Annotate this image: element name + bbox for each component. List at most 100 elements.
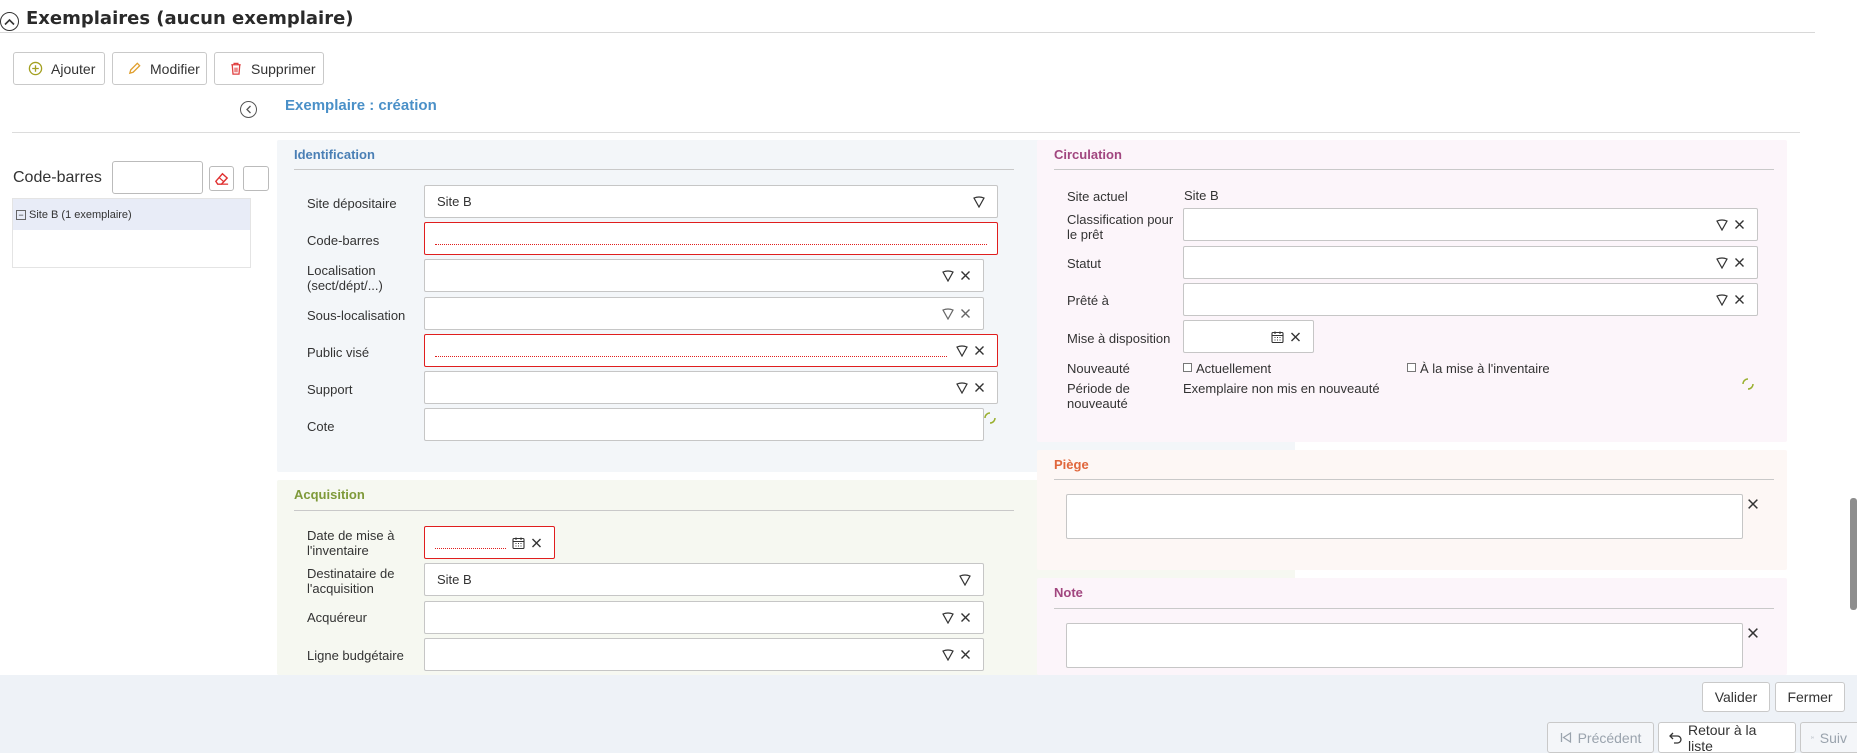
support-label: Support xyxy=(307,382,353,397)
form-title: Exemplaire : création xyxy=(285,97,437,114)
site-depositaire-value: Site B xyxy=(437,194,472,209)
circulation-title: Circulation xyxy=(1054,147,1122,162)
close-icon[interactable] xyxy=(1290,331,1301,342)
pencil-icon xyxy=(128,62,141,75)
recipient-select[interactable]: Site B xyxy=(424,563,984,596)
left-barcode-input[interactable] xyxy=(112,161,203,194)
novelty-label: Nouveauté xyxy=(1067,361,1130,376)
shield-down-icon[interactable] xyxy=(942,307,954,320)
loaned-to-select[interactable] xyxy=(1183,283,1758,316)
close-icon[interactable] xyxy=(1747,627,1759,639)
loading-spinner-icon xyxy=(1742,378,1754,390)
loading-spinner-icon xyxy=(984,412,996,424)
novelty-inventory-label: À la mise à l'inventaire xyxy=(1420,361,1550,376)
novelty-period-label: Période de nouveauté xyxy=(1067,381,1130,411)
circulation-divider xyxy=(1054,169,1774,170)
plus-circle-icon xyxy=(28,61,43,76)
cote-label: Cote xyxy=(307,419,335,434)
support-select[interactable] xyxy=(424,371,998,404)
piege-title: Piège xyxy=(1054,457,1089,472)
audience-select[interactable] xyxy=(424,334,998,367)
calendar-icon[interactable] xyxy=(1271,330,1284,343)
shield-down-icon[interactable] xyxy=(956,381,968,394)
shield-down-icon[interactable] xyxy=(1716,256,1728,269)
loan-class-select[interactable] xyxy=(1183,208,1758,241)
location-select[interactable] xyxy=(424,259,984,292)
loaned-to-label: Prêté à xyxy=(1067,293,1109,308)
validate-button[interactable]: Valider xyxy=(1702,682,1770,712)
barcode-input[interactable] xyxy=(424,222,998,255)
minus-box-icon[interactable]: − xyxy=(16,209,26,220)
inventory-date-input[interactable] xyxy=(424,526,555,559)
close-icon[interactable] xyxy=(974,345,985,356)
sublocation-label: Sous-localisation xyxy=(307,308,406,323)
shield-down-icon[interactable] xyxy=(973,195,985,208)
availability-date-input[interactable] xyxy=(1183,320,1314,353)
edit-button[interactable]: Modifier xyxy=(112,52,207,85)
shield-down-icon[interactable] xyxy=(942,611,954,624)
buyer-select[interactable] xyxy=(424,601,984,634)
close-icon[interactable] xyxy=(960,649,971,660)
close-button-label: Fermer xyxy=(1787,689,1833,705)
copies-tree: − Site B (1 exemplaire) xyxy=(12,198,251,268)
tree-item[interactable]: − Site B (1 exemplaire) xyxy=(13,199,250,230)
delete-button-label: Supprimer xyxy=(251,60,316,77)
add-button-label: Ajouter xyxy=(51,60,96,77)
chevron-left-icon[interactable] xyxy=(240,101,257,118)
form-divider xyxy=(12,132,1800,133)
left-barcode-label: Code-barres xyxy=(13,169,102,186)
close-icon[interactable] xyxy=(960,612,971,623)
shield-down-icon[interactable] xyxy=(956,344,968,357)
sublocation-select[interactable] xyxy=(424,297,984,330)
novelty-current-checkbox[interactable] xyxy=(1183,363,1192,372)
shield-down-icon[interactable] xyxy=(942,269,954,282)
budget-line-select[interactable] xyxy=(424,638,984,671)
novelty-inventory-checkbox[interactable] xyxy=(1407,363,1416,372)
identification-divider xyxy=(294,169,1014,170)
close-icon[interactable] xyxy=(960,270,971,281)
add-button[interactable]: Ajouter xyxy=(13,52,105,85)
piege-textarea[interactable] xyxy=(1066,494,1743,539)
close-icon[interactable] xyxy=(1734,257,1745,268)
left-extra-button[interactable] xyxy=(243,166,269,191)
next-button-label: Suiv xyxy=(1819,729,1847,746)
location-label: Localisation (sect/dépt/...) xyxy=(307,263,383,293)
loan-class-label: Classification pour le prêt xyxy=(1067,212,1174,242)
next-button[interactable]: Suiv xyxy=(1800,722,1857,753)
validate-button-label: Valider xyxy=(1714,689,1758,705)
novelty-current-label: Actuellement xyxy=(1196,361,1272,376)
shield-down-icon[interactable] xyxy=(1716,293,1728,306)
recipient-label: Destinataire de l'acquisition xyxy=(307,566,395,596)
recipient-value: Site B xyxy=(437,572,472,587)
back-to-list-label: Retour à la liste xyxy=(1687,721,1757,754)
skip-next-icon xyxy=(1811,736,1814,739)
shield-down-icon[interactable] xyxy=(942,648,954,661)
status-select[interactable] xyxy=(1183,246,1758,279)
close-icon[interactable] xyxy=(531,537,542,548)
note-textarea[interactable] xyxy=(1066,623,1743,668)
close-icon[interactable] xyxy=(1734,219,1745,230)
close-icon[interactable] xyxy=(974,382,985,393)
previous-button[interactable]: Précédent xyxy=(1547,722,1654,753)
cote-input[interactable] xyxy=(424,408,984,441)
back-to-list-button[interactable]: Retour à la liste xyxy=(1658,721,1796,754)
close-icon[interactable] xyxy=(1734,294,1745,305)
delete-button[interactable]: Supprimer xyxy=(214,52,324,85)
collapse-section-icon[interactable] xyxy=(0,12,19,31)
site-depositaire-select[interactable]: Site B xyxy=(424,185,998,218)
acquisition-divider xyxy=(294,510,1014,511)
undo-icon xyxy=(1669,732,1682,744)
close-icon[interactable] xyxy=(1747,498,1759,510)
shield-down-icon[interactable] xyxy=(959,573,971,586)
note-divider xyxy=(1054,608,1774,609)
close-button[interactable]: Fermer xyxy=(1775,682,1845,712)
close-icon[interactable] xyxy=(960,308,971,319)
vertical-scrollbar-thumb[interactable] xyxy=(1850,498,1857,610)
site-depositaire-label: Site dépositaire xyxy=(307,196,397,211)
edit-button-label: Modifier xyxy=(150,60,200,77)
calendar-icon[interactable] xyxy=(512,536,525,549)
shield-down-icon[interactable] xyxy=(1716,218,1728,231)
header-divider xyxy=(0,32,1815,33)
eraser-button[interactable] xyxy=(209,166,234,191)
skip-previous-icon xyxy=(1560,732,1571,743)
